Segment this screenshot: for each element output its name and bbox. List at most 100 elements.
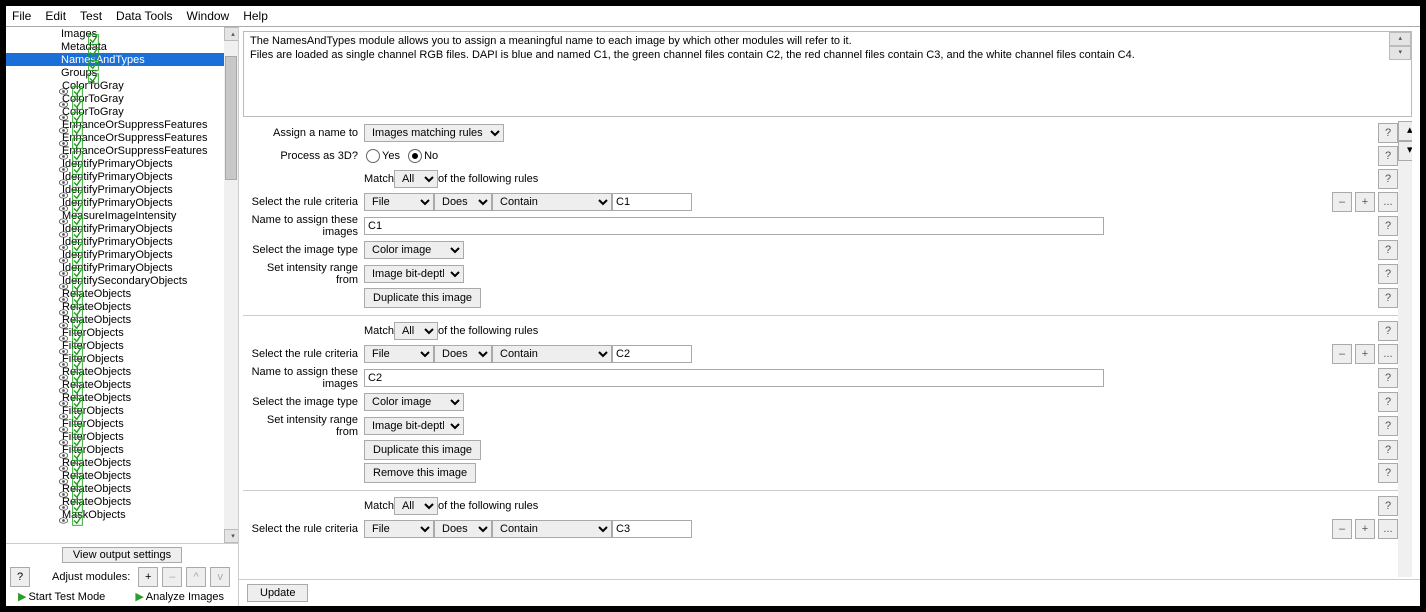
check-icon[interactable] <box>72 203 83 214</box>
check-icon[interactable] <box>72 112 83 123</box>
check-icon[interactable] <box>72 177 83 188</box>
check-icon[interactable] <box>72 463 83 474</box>
help-button[interactable]: ? <box>1378 123 1398 143</box>
module-item[interactable]: ColorToGray <box>6 105 238 118</box>
settings-scrollbar[interactable]: ▴ ▾ <box>1398 121 1412 577</box>
check-icon[interactable] <box>72 333 83 344</box>
module-item[interactable]: ColorToGray <box>6 79 238 92</box>
scroll-down-icon[interactable]: ▾ <box>224 529 238 543</box>
eye-icon[interactable] <box>58 463 69 474</box>
check-icon[interactable] <box>72 372 83 383</box>
help-button[interactable]: ? <box>1378 368 1398 388</box>
module-item[interactable]: FilterObjects <box>6 430 238 443</box>
eye-icon[interactable] <box>58 281 69 292</box>
module-item[interactable]: FilterObjects <box>6 352 238 365</box>
rule-add-button[interactable]: + <box>1355 344 1375 364</box>
dropdown[interactable]: Does <box>434 345 492 363</box>
scroll-up-icon[interactable]: ▴ <box>224 27 238 41</box>
help-button[interactable]: ? <box>1378 392 1398 412</box>
check-icon[interactable] <box>72 424 83 435</box>
menu-window[interactable]: Window <box>187 9 230 23</box>
check-icon[interactable] <box>72 164 83 175</box>
scroll-up-icon[interactable]: ▴ <box>1389 32 1411 46</box>
help-button[interactable]: ? <box>1378 264 1398 284</box>
module-item[interactable]: NamesAndTypes <box>6 53 238 66</box>
module-item[interactable]: FilterObjects <box>6 404 238 417</box>
menu-test[interactable]: Test <box>80 9 102 23</box>
check-icon[interactable] <box>72 229 83 240</box>
rule-more-button[interactable]: ... <box>1378 192 1398 212</box>
dropdown[interactable]: File <box>364 520 434 538</box>
move-up-button[interactable]: ^ <box>186 567 206 587</box>
module-item[interactable]: RelateObjects <box>6 482 238 495</box>
help-button[interactable]: ? <box>1378 321 1398 341</box>
eye-icon[interactable] <box>58 385 69 396</box>
module-item[interactable]: RelateObjects <box>6 495 238 508</box>
eye-icon[interactable] <box>58 372 69 383</box>
eye-icon[interactable] <box>58 450 69 461</box>
dropdown[interactable]: Contain <box>492 193 612 211</box>
module-item[interactable]: RelateObjects <box>6 469 238 482</box>
check-icon[interactable] <box>88 34 99 45</box>
check-icon[interactable] <box>72 359 83 370</box>
text-input[interactable] <box>612 345 692 363</box>
module-item[interactable]: MeasureImageIntensity <box>6 209 238 222</box>
check-icon[interactable] <box>72 281 83 292</box>
add-module-button[interactable]: + <box>138 567 158 587</box>
help-button[interactable]: ? <box>1378 440 1398 460</box>
update-button[interactable]: Update <box>247 584 308 602</box>
eye-icon[interactable] <box>58 294 69 305</box>
eye-icon[interactable] <box>58 320 69 331</box>
eye-icon[interactable] <box>58 190 69 201</box>
module-item[interactable]: RelateObjects <box>6 456 238 469</box>
menu-data-tools[interactable]: Data Tools <box>116 9 172 23</box>
module-item[interactable]: IdentifyPrimaryObjects <box>6 196 238 209</box>
dropdown[interactable]: Image bit-depth <box>364 265 464 283</box>
radio-no[interactable] <box>408 149 422 163</box>
help-button[interactable]: ? <box>1378 216 1398 236</box>
rule-more-button[interactable]: ... <box>1378 344 1398 364</box>
check-icon[interactable] <box>72 151 83 162</box>
eye-icon[interactable] <box>58 216 69 227</box>
help-button[interactable]: ? <box>1378 463 1398 483</box>
module-item[interactable]: FilterObjects <box>6 443 238 456</box>
text-input[interactable] <box>364 217 1104 235</box>
duplicate-image-button[interactable]: Duplicate this image <box>364 440 481 460</box>
eye-icon[interactable] <box>58 424 69 435</box>
rule-add-button[interactable]: + <box>1355 519 1375 539</box>
check-icon[interactable] <box>72 346 83 357</box>
dropdown[interactable]: File <box>364 193 434 211</box>
module-scrollbar[interactable]: ▴ ▾ <box>224 27 238 543</box>
rule-remove-button[interactable]: – <box>1332 344 1352 364</box>
check-icon[interactable] <box>72 255 83 266</box>
eye-icon[interactable] <box>58 164 69 175</box>
help-button[interactable]: ? <box>1378 496 1398 516</box>
text-input[interactable] <box>612 520 692 538</box>
module-item[interactable]: FilterObjects <box>6 326 238 339</box>
module-item[interactable]: EnhanceOrSuppressFeatures <box>6 144 238 157</box>
eye-icon[interactable] <box>58 112 69 123</box>
check-icon[interactable] <box>72 138 83 149</box>
dropdown[interactable]: Images matching rules <box>364 124 504 142</box>
help-button[interactable]: ? <box>1378 240 1398 260</box>
scroll-thumb[interactable] <box>225 56 237 180</box>
module-item[interactable]: RelateObjects <box>6 313 238 326</box>
check-icon[interactable] <box>72 242 83 253</box>
dropdown[interactable]: Contain <box>492 345 612 363</box>
menu-file[interactable]: File <box>12 9 31 23</box>
text-input[interactable] <box>364 369 1104 387</box>
eye-icon[interactable] <box>58 346 69 357</box>
help-scrollbar[interactable]: ▴ ▾ <box>1389 32 1411 116</box>
dropdown[interactable]: Does <box>434 520 492 538</box>
check-icon[interactable] <box>72 294 83 305</box>
dropdown[interactable]: Does <box>434 193 492 211</box>
module-item[interactable]: EnhanceOrSuppressFeatures <box>6 118 238 131</box>
help-button[interactable]: ? <box>10 567 30 587</box>
check-icon[interactable] <box>72 398 83 409</box>
rule-remove-button[interactable]: – <box>1332 192 1352 212</box>
check-icon[interactable] <box>88 73 99 84</box>
dropdown[interactable]: All <box>394 322 438 340</box>
module-item[interactable]: Groups <box>6 66 238 79</box>
help-button[interactable]: ? <box>1378 169 1398 189</box>
eye-icon[interactable] <box>58 489 69 500</box>
